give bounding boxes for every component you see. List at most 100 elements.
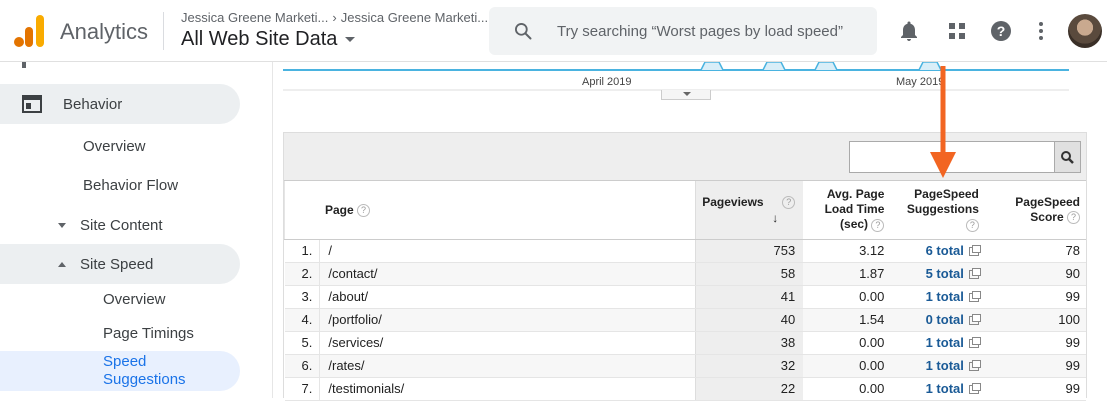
load-time-cell: 1.87	[803, 262, 893, 286]
pagespeed-table: Page ? Pageviews ↓ ? Avg. Page Load Time (s…	[283, 181, 1086, 401]
svg-text:?: ?	[997, 23, 1006, 39]
external-link-icon[interactable]	[968, 268, 981, 280]
suggestions-link[interactable]: 1 total	[926, 289, 964, 304]
suggestions-cell[interactable]: 6 total	[892, 239, 989, 263]
suggestions-link[interactable]: 5 total	[926, 266, 964, 281]
row-number: 2.	[284, 262, 320, 286]
load-time-cell: 0.00	[803, 331, 893, 355]
score-cell: 78	[988, 239, 1086, 263]
row-number: 7.	[284, 377, 320, 401]
chart-collapse-toggle[interactable]	[661, 90, 711, 100]
row-number: 6.	[284, 354, 320, 378]
chart-spike	[918, 62, 942, 71]
page-path-cell[interactable]: /about/	[319, 285, 696, 309]
suggestions-cell[interactable]: 1 total	[892, 377, 989, 401]
col-header-load-time[interactable]: Avg. Page Load Time (sec) ?	[803, 181, 893, 240]
col-header-page[interactable]: Page ?	[283, 181, 696, 240]
table-filter-input[interactable]	[849, 141, 1055, 173]
avatar[interactable]	[1068, 14, 1102, 48]
dropdown-caret-icon	[345, 37, 356, 43]
page-path-cell[interactable]: /portfolio/	[319, 308, 696, 332]
table-row: 1./753 3.12 6 total 78	[284, 239, 1086, 263]
suggestions-link[interactable]: 6 total	[926, 243, 964, 258]
pageviews-cell: 22	[695, 377, 804, 401]
page-path-cell[interactable]: /contact/	[319, 262, 696, 286]
table-toolbar	[284, 133, 1086, 181]
suggestions-link[interactable]: 1 total	[926, 335, 964, 350]
sidebar-item-site-speed[interactable]: Site Speed	[0, 244, 240, 284]
page-path-cell[interactable]: /testimonials/	[319, 377, 696, 401]
score-cell: 99	[988, 331, 1086, 355]
help-circle-icon[interactable]: ?	[965, 218, 979, 232]
apps-grid-icon[interactable]	[945, 19, 969, 43]
load-time-cell: 1.54	[803, 308, 893, 332]
suggestions-cell[interactable]: 1 total	[892, 354, 989, 378]
breadcrumb-account[interactable]: Jessica Greene Marketi...	[181, 10, 328, 25]
more-vert-icon[interactable]	[1029, 19, 1053, 43]
sidebar-item-site-content[interactable]: Site Content	[0, 205, 240, 245]
external-link-icon[interactable]	[968, 314, 981, 326]
external-link-icon[interactable]	[968, 360, 981, 372]
row-number: 3.	[284, 285, 320, 309]
suggestions-link[interactable]: 1 total	[926, 358, 964, 373]
sidebar-item-page-timings[interactable]: Page Timings	[0, 313, 240, 353]
page-path-cell[interactable]: /services/	[319, 331, 696, 355]
chart-spike	[700, 62, 724, 71]
help-circle-icon[interactable]: ?	[1067, 211, 1080, 225]
breadcrumb-property[interactable]: Jessica Greene Marketi...	[341, 10, 488, 25]
sidebar-item-speed-suggestions[interactable]: Speed Suggestions	[0, 351, 240, 391]
search-bar[interactable]: Try searching “Worst pages by load speed…	[489, 7, 877, 55]
score-cell: 90	[988, 262, 1086, 286]
score-cell: 99	[988, 285, 1086, 309]
data-table-panel: Page ? Pageviews ↓ ? Avg. Page Load Time (s…	[283, 132, 1087, 401]
score-cell: 99	[988, 354, 1086, 378]
help-circle-icon[interactable]: ?	[782, 195, 796, 209]
suggestions-cell[interactable]: 0 total	[892, 308, 989, 332]
app-title[interactable]: Analytics	[60, 19, 148, 45]
row-number: 5.	[284, 331, 320, 355]
analytics-logo-icon[interactable]	[14, 15, 44, 47]
table-row: 7./testimonials/22 0.00 1 total 99	[284, 377, 1086, 401]
page-path-cell[interactable]: /	[319, 239, 696, 263]
pageviews-cell: 38	[695, 331, 804, 355]
table-row: 4./portfolio/40 1.54 0 total 100	[284, 308, 1086, 332]
external-link-icon[interactable]	[968, 291, 981, 303]
header-divider	[163, 12, 164, 50]
row-number: 4.	[284, 308, 320, 332]
account-breadcrumb[interactable]: Jessica Greene Marketi... › Jessica Greene…	[181, 10, 488, 25]
sidebar-item-overview[interactable]: Overview	[0, 126, 240, 166]
suggestions-link[interactable]: 1 total	[926, 381, 964, 396]
chevron-down-icon	[683, 92, 691, 96]
external-link-icon[interactable]	[968, 383, 981, 395]
sidebar-item-label: Page Timings	[103, 324, 194, 342]
notifications-icon[interactable]	[897, 19, 921, 43]
col-header-pageviews[interactable]: Pageviews ↓ ?	[695, 181, 804, 240]
help-circle-icon[interactable]: ?	[871, 218, 885, 232]
external-link-icon[interactable]	[968, 245, 981, 257]
load-time-cell: 3.12	[803, 239, 893, 263]
nav-item-partial-icon	[22, 62, 26, 68]
suggestions-cell[interactable]: 5 total	[892, 262, 989, 286]
help-circle-icon[interactable]: ?	[357, 203, 371, 217]
help-icon[interactable]: ?	[989, 19, 1013, 43]
suggestions-cell[interactable]: 1 total	[892, 331, 989, 355]
chart-spike	[814, 62, 838, 71]
col-header-score[interactable]: PageSpeed Score ?	[988, 181, 1086, 240]
sidebar-item-label: Behavior Flow	[83, 176, 179, 194]
external-link-icon[interactable]	[968, 337, 981, 349]
chart-label-april: April 2019	[582, 76, 632, 88]
page-path-cell[interactable]: /rates/	[319, 354, 696, 378]
sidebar-item-behavior-flow[interactable]: Behavior Flow	[0, 165, 240, 205]
table-row: 3./about/41 0.00 1 total 99	[284, 285, 1086, 309]
view-selector[interactable]: All Web Site Data	[181, 28, 356, 51]
pageviews-cell: 41	[695, 285, 804, 309]
col-header-suggestions[interactable]: PageSpeed Suggestions?	[892, 181, 989, 240]
pageviews-cell: 58	[695, 262, 804, 286]
search-icon	[515, 23, 532, 40]
sidebar-item-behavior[interactable]: Behavior	[0, 84, 240, 124]
suggestions-link[interactable]: 0 total	[926, 312, 964, 327]
table-filter-search-button[interactable]	[1055, 141, 1081, 173]
load-time-cell: 0.00	[803, 377, 893, 401]
behavior-icon	[22, 95, 42, 113]
suggestions-cell[interactable]: 1 total	[892, 285, 989, 309]
